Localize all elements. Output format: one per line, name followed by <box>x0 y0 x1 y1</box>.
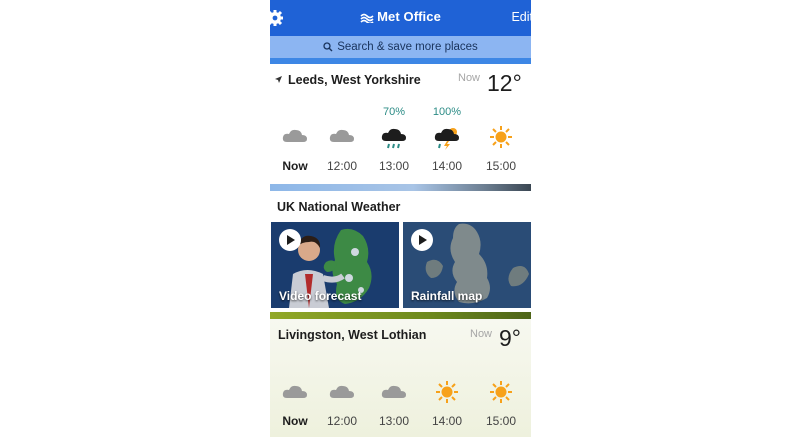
search-bar[interactable]: Search & save more places <box>270 36 531 58</box>
search-label: Search & save more places <box>337 41 478 53</box>
current-temperature: 9° <box>499 325 521 351</box>
forecast-time: 12:00 <box>326 159 358 173</box>
forecast-slot <box>374 127 414 151</box>
met-office-logo-icon <box>360 13 374 23</box>
rain-chance: 70% <box>382 106 406 118</box>
location-name: Livingston, West Lothian <box>278 328 427 342</box>
rainfall-map-tile[interactable]: Rainfall map <box>403 222 531 308</box>
location-card-leeds[interactable]: Leeds, West Yorkshire Now 12° 70% 100% N… <box>270 64 531 184</box>
now-label: Now <box>458 72 481 84</box>
forecast-time: 15:00 <box>485 414 517 428</box>
rain-chance: 100% <box>432 106 462 118</box>
weather-background-strip <box>270 184 531 191</box>
national-weather-section: UK National Weather Video forecast Rainf… <box>270 191 531 312</box>
forecast-slot <box>322 127 362 143</box>
forecast-time: 13:00 <box>378 159 410 173</box>
location-arrow-icon <box>275 76 282 83</box>
thunderstorm-icon <box>434 128 459 150</box>
forecast-slot <box>275 383 315 399</box>
edit-button[interactable]: Edit <box>511 10 531 24</box>
sun-icon <box>490 126 512 148</box>
forecast-slot <box>374 383 414 399</box>
weather-background-strip <box>270 312 531 319</box>
forecast-slot <box>275 127 315 143</box>
current-temperature: 12° <box>487 70 522 96</box>
forecast-time: 14:00 <box>431 414 463 428</box>
cloud-icon <box>329 129 354 142</box>
cloud-icon <box>329 385 354 398</box>
location-name: Leeds, West Yorkshire <box>288 73 421 87</box>
forecast-time: 14:00 <box>431 159 463 173</box>
forecast-time: Now <box>282 414 308 428</box>
tile-label: Video forecast <box>279 289 362 303</box>
sun-icon <box>436 381 458 403</box>
sun-icon <box>490 381 512 403</box>
video-forecast-tile[interactable]: Video forecast <box>271 222 399 308</box>
forecast-slot <box>481 125 521 149</box>
forecast-time: 13:00 <box>378 414 410 428</box>
heavy-rain-cloud-icon <box>381 128 406 149</box>
app-header: Met Office Edit <box>270 0 531 36</box>
forecast-slot <box>481 380 521 404</box>
play-icon[interactable] <box>411 229 433 251</box>
location-card-livingston[interactable]: Livingston, West Lothian Now 9° Now 12:0… <box>270 319 531 437</box>
forecast-slot <box>427 127 467 151</box>
forecast-time: 12:00 <box>326 414 358 428</box>
forecast-time: Now <box>282 159 308 173</box>
forecast-slot <box>427 380 467 404</box>
tile-label: Rainfall map <box>411 289 483 303</box>
brand-name: Met Office <box>377 9 441 24</box>
forecast-time: 15:00 <box>485 159 517 173</box>
phone-screen: Met Office Edit Search & save more place… <box>270 0 531 437</box>
play-icon[interactable] <box>279 229 301 251</box>
search-icon <box>323 42 333 52</box>
met-office-logo: Met Office <box>270 9 531 24</box>
cloud-icon <box>381 385 406 398</box>
cloud-icon <box>282 129 307 142</box>
cloud-icon <box>282 385 307 398</box>
section-title: UK National Weather <box>277 200 401 214</box>
now-label: Now <box>470 328 493 340</box>
forecast-slot <box>322 383 362 399</box>
